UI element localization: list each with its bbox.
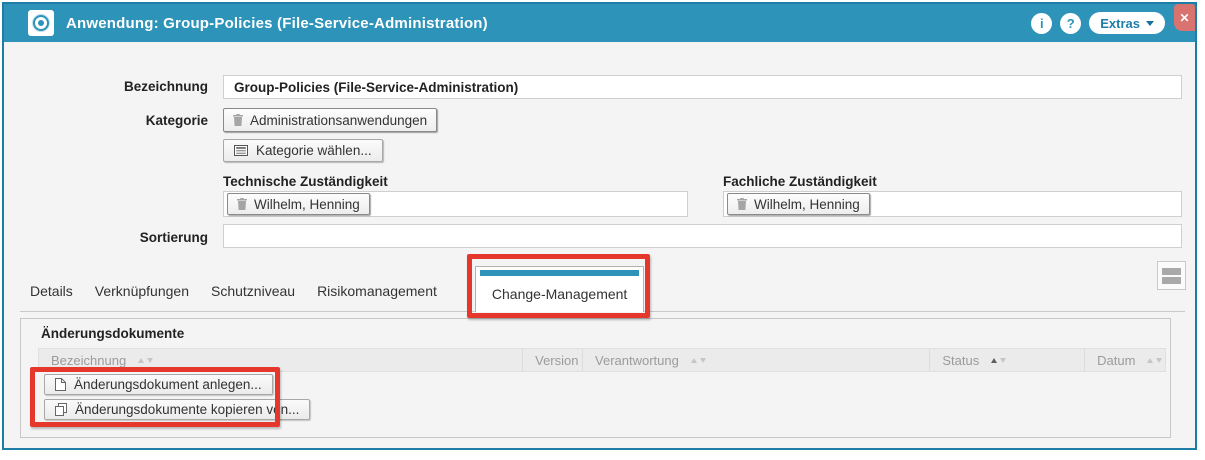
active-tab-accent-bar [480,270,639,276]
column-label: Verantwortung [595,353,679,368]
column-label: Version [535,353,578,368]
sort-ascending-icon[interactable] [1147,358,1153,363]
kategorie-label: Kategorie [4,113,208,128]
sort-descending-icon[interactable] [147,358,153,363]
kategorie-tag-label: Administrationsanwendungen [250,113,427,128]
tab-verknuepfungen[interactable]: Verknüpfungen [95,283,189,312]
column-label: Status [942,353,979,368]
tab-schutzniveau[interactable]: Schutzniveau [211,283,295,312]
bezeichnung-label: Bezeichnung [4,79,208,94]
bars-icon [1162,268,1181,275]
close-button[interactable]: ✕ [1174,4,1195,31]
header-actions: i ? Extras [1031,12,1185,34]
copy-change-documents-button[interactable]: Änderungsdokumente kopieren von... [44,399,310,420]
sortierung-input[interactable] [223,224,1182,248]
create-change-document-button[interactable]: Änderungsdokument anlegen... [44,374,273,395]
sort-ascending-icon[interactable] [138,358,144,363]
sort-icons [138,358,153,363]
tab-label: Change-Management [492,286,627,302]
tab-label: Verknüpfungen [95,283,189,299]
table-header-row: Bezeichnung Version Verantwortung Status Dat… [38,348,1166,372]
sort-descending-icon[interactable] [1000,358,1006,363]
technische-zustaendigkeit-label: Technische Zuständigkeit [223,174,388,189]
new-document-icon [55,378,66,391]
kategorie-tag[interactable]: Administrationsanwendungen [223,108,437,132]
sort-icons [991,358,1006,363]
column-header-datum[interactable]: Datum [1085,349,1165,371]
sort-icons [1147,358,1162,363]
fachliche-person-tag[interactable]: Wilhelm, Henning [727,193,870,215]
application-icon [28,10,54,36]
kategorie-waehlen-label: Kategorie wählen... [256,143,372,158]
sort-descending-icon[interactable] [700,358,706,363]
trash-icon[interactable] [233,114,243,126]
list-icon [234,145,248,156]
tab-label: Details [30,283,73,299]
chevron-down-icon [1146,21,1154,26]
app-window: Anwendung: Group-Policies (File-Service-… [2,2,1197,450]
technische-person-label: Wilhelm, Henning [254,197,360,212]
tab-label: Schutzniveau [211,283,295,299]
sort-ascending-icon[interactable] [991,358,997,363]
bars-icon [1162,277,1181,284]
sort-ascending-icon[interactable] [691,358,697,363]
tab-risikomanagement[interactable]: Risikomanagement [317,283,437,312]
window-title: Anwendung: Group-Policies (File-Service-… [66,15,488,32]
action-button-label: Änderungsdokumente kopieren von... [75,402,299,417]
close-icon: ✕ [1179,11,1189,25]
column-header-status[interactable]: Status [930,349,1085,371]
column-header-bezeichnung[interactable]: Bezeichnung [39,349,523,371]
trash-icon[interactable] [237,198,247,210]
window-header: Anwendung: Group-Policies (File-Service-… [4,4,1195,42]
panel-title: Änderungsdokumente [41,326,184,341]
help-button[interactable]: ? [1060,13,1081,34]
kategorie-waehlen-button[interactable]: Kategorie wählen... [223,139,383,162]
technische-person-tag[interactable]: Wilhelm, Henning [227,193,370,215]
action-button-label: Änderungsdokument anlegen... [74,377,262,392]
sortierung-label: Sortierung [4,230,208,245]
page: Anwendung: Group-Policies (File-Service-… [0,0,1205,460]
panel-buttons: Änderungsdokument anlegen... Änderungsdok… [44,374,310,420]
tab-strip: Details Verknüpfungen Schutzniveau Risikoma… [30,266,644,312]
bezeichnung-input[interactable] [223,75,1182,99]
technische-zustaendigkeit-field[interactable]: Wilhelm, Henning [223,191,688,217]
collapse-panel-button[interactable] [1157,261,1186,290]
info-button[interactable]: i [1031,13,1052,34]
trash-icon[interactable] [737,198,747,210]
tab-details[interactable]: Details [30,283,73,312]
fachliche-person-label: Wilhelm, Henning [754,197,860,212]
tab-label: Risikomanagement [317,283,437,299]
sort-icons [691,358,706,363]
aenderungsdokumente-panel: Änderungsdokumente Bezeichnung Version Ver… [20,318,1171,438]
column-header-version[interactable]: Version [523,349,583,371]
fachliche-zustaendigkeit-field[interactable]: Wilhelm, Henning [723,191,1182,217]
column-label: Bezeichnung [51,353,126,368]
column-label: Datum [1097,353,1135,368]
extras-label: Extras [1100,16,1140,31]
bullseye-icon [33,15,49,31]
sort-descending-icon[interactable] [1156,358,1162,363]
fachliche-zustaendigkeit-label: Fachliche Zuständigkeit [723,174,877,189]
tab-change-management[interactable]: Change-Management [475,266,644,312]
column-header-verantwortung[interactable]: Verantwortung [583,349,930,371]
copy-icon [55,403,67,416]
extras-button[interactable]: Extras [1089,12,1165,34]
